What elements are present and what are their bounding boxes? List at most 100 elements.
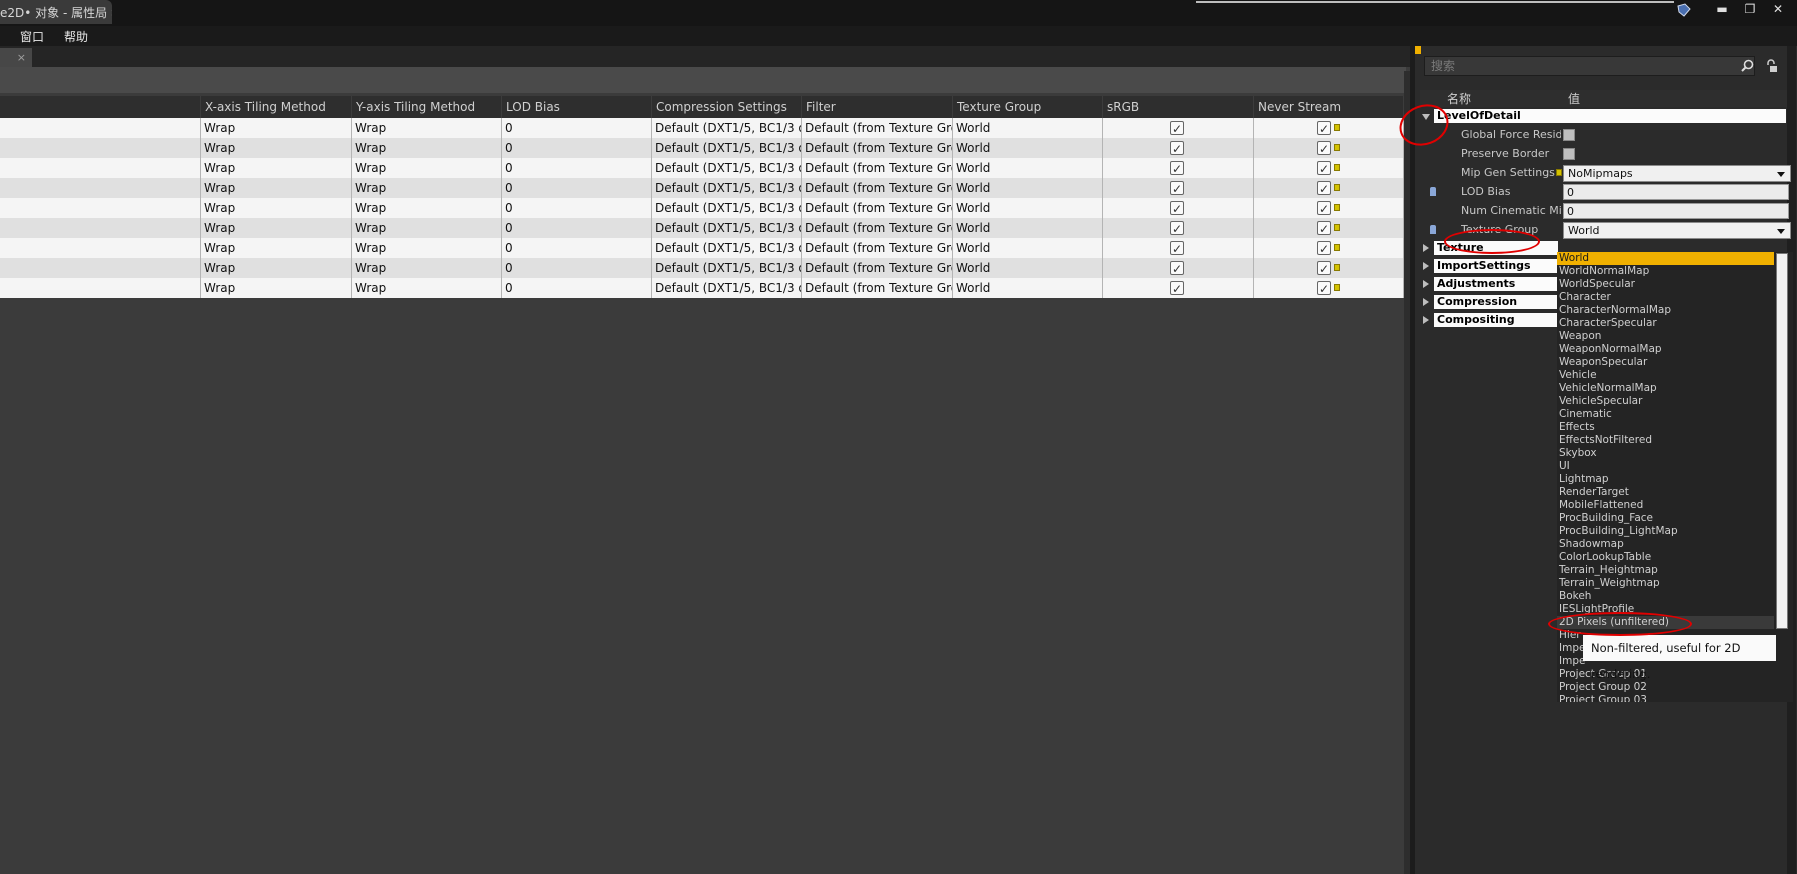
srgb-checkbox[interactable] — [1170, 259, 1184, 278]
cell-x-tiling[interactable]: Wrap — [201, 258, 352, 278]
dropdown-option[interactable]: MobileFlattened — [1557, 499, 1793, 512]
cell-lod-bias[interactable]: 0 — [502, 198, 652, 218]
lock-icon[interactable] — [1766, 59, 1778, 73]
close-icon[interactable]: × — [110, 6, 112, 19]
close-icon[interactable]: × — [17, 51, 26, 64]
never-stream-checkbox[interactable] — [1317, 279, 1331, 298]
cell-x-tiling[interactable]: Wrap — [201, 278, 352, 298]
cell-filter[interactable]: Default (from Texture Grou — [802, 138, 953, 158]
table-row[interactable]: Wrap Wrap 0 Default (DXT1/5, BC1/3 o Default… — [0, 258, 1404, 278]
cell-y-tiling[interactable]: Wrap — [352, 158, 502, 178]
cell-lod-bias[interactable]: 0 — [502, 118, 652, 138]
reset-to-default-icon[interactable] — [1334, 204, 1340, 211]
cell-compression[interactable]: Default (DXT1/5, BC1/3 o — [652, 138, 802, 158]
cell-texture-group[interactable]: World — [953, 158, 1103, 178]
expand-arrow-icon[interactable] — [1423, 316, 1429, 324]
cell-lod-bias[interactable]: 0 — [502, 178, 652, 198]
column-header-filter[interactable]: Filter — [802, 96, 953, 118]
cell-compression[interactable]: Default (DXT1/5, BC1/3 o — [652, 218, 802, 238]
table-row[interactable]: Wrap Wrap 0 Default (DXT1/5, BC1/3 o Default… — [0, 238, 1404, 258]
dropdown-option[interactable]: RenderTarget — [1557, 486, 1793, 499]
dropdown-option[interactable]: World — [1557, 252, 1774, 265]
cell-filter[interactable]: Default (from Texture Grou — [802, 238, 953, 258]
table-row[interactable]: Wrap Wrap 0 Default (DXT1/5, BC1/3 o Default… — [0, 218, 1404, 238]
reset-to-default-icon[interactable] — [1334, 124, 1340, 131]
menu-help[interactable]: 帮助 — [54, 28, 98, 45]
texture-group-dropdown[interactable]: World — [1563, 222, 1791, 239]
reset-to-default-icon[interactable] — [1334, 144, 1340, 151]
cell-compression[interactable]: Default (DXT1/5, BC1/3 o — [652, 158, 802, 178]
cell-x-tiling[interactable]: Wrap — [201, 238, 352, 258]
reset-to-default-icon[interactable] — [1334, 184, 1340, 191]
dropdown-option[interactable]: VehicleNormalMap — [1557, 382, 1793, 395]
srgb-checkbox[interactable] — [1170, 139, 1184, 158]
cell-x-tiling[interactable]: Wrap — [201, 118, 352, 138]
search-input[interactable]: 搜索 — [1424, 56, 1755, 76]
srgb-checkbox[interactable] — [1170, 159, 1184, 178]
cell-filter[interactable]: Default (from Texture Grou — [802, 118, 953, 138]
dropdown-option[interactable]: ColorLookupTable — [1557, 551, 1793, 564]
dropdown-option[interactable]: Bokeh — [1557, 590, 1793, 603]
never-stream-checkbox[interactable] — [1317, 199, 1331, 218]
pin-icon[interactable] — [1430, 187, 1436, 196]
category-level-of-detail[interactable]: LevelOfDetail — [1420, 109, 1787, 125]
search-icon[interactable] — [1741, 59, 1754, 72]
mip-gen-settings-dropdown[interactable]: NoMipmaps — [1563, 165, 1791, 182]
dropdown-option[interactable]: EffectsNotFiltered — [1557, 434, 1793, 447]
global-force-resident-checkbox[interactable] — [1563, 129, 1575, 141]
name-column-header[interactable]: 名称 — [1445, 90, 1562, 107]
cell-y-tiling[interactable]: Wrap — [352, 198, 502, 218]
never-stream-checkbox[interactable] — [1317, 179, 1331, 198]
srgb-checkbox[interactable] — [1170, 119, 1184, 138]
column-header-lod-bias[interactable]: LOD Bias — [502, 96, 652, 118]
dropdown-option[interactable]: WeaponSpecular — [1557, 356, 1793, 369]
dropdown-option[interactable]: CharacterSpecular — [1557, 317, 1793, 330]
cell-x-tiling[interactable]: Wrap — [201, 198, 352, 218]
table-row[interactable]: Wrap Wrap 0 Default (DXT1/5, BC1/3 o Default… — [0, 158, 1404, 178]
reset-to-default-icon[interactable] — [1334, 244, 1340, 251]
dropdown-option[interactable]: ProcBuilding_LightMap — [1557, 525, 1793, 538]
dropdown-option[interactable]: Vehicle — [1557, 369, 1793, 382]
cell-name[interactable] — [0, 118, 201, 138]
dropdown-option[interactable]: Shadowmap — [1557, 538, 1793, 551]
column-header-srgb[interactable]: sRGB — [1103, 96, 1254, 118]
panel-tab[interactable]: × — [0, 48, 32, 67]
column-header-texture-group[interactable]: Texture Group — [953, 96, 1103, 118]
cell-lod-bias[interactable]: 0 — [502, 218, 652, 238]
column-header-name[interactable] — [0, 96, 201, 118]
srgb-checkbox[interactable] — [1170, 199, 1184, 218]
cell-texture-group[interactable]: World — [953, 258, 1103, 278]
cell-texture-group[interactable]: World — [953, 238, 1103, 258]
cell-filter[interactable]: Default (from Texture Grou — [802, 178, 953, 198]
options-scrollbar[interactable] — [1776, 253, 1788, 629]
dropdown-option[interactable]: Character — [1557, 291, 1793, 304]
cell-name[interactable] — [0, 258, 201, 278]
cell-filter[interactable]: Default (from Texture Grou — [802, 218, 953, 238]
pin-icon[interactable] — [1430, 225, 1436, 234]
cell-compression[interactable]: Default (DXT1/5, BC1/3 o — [652, 258, 802, 278]
dropdown-option[interactable]: Effects — [1557, 421, 1793, 434]
dropdown-option[interactable]: UI — [1557, 460, 1793, 473]
cell-filter[interactable]: Default (from Texture Grou — [802, 258, 953, 278]
dropdown-option[interactable]: ProcBuilding_Face — [1557, 512, 1793, 525]
cell-texture-group[interactable]: World — [953, 118, 1103, 138]
cell-lod-bias[interactable]: 0 — [502, 278, 652, 298]
cell-lod-bias[interactable]: 0 — [502, 258, 652, 278]
reset-to-default-icon[interactable] — [1334, 264, 1340, 271]
document-tab[interactable]: e2D• 对象 - 属性局 × — [0, 0, 112, 24]
dropdown-option[interactable]: Skybox — [1557, 447, 1793, 460]
dropdown-option[interactable]: WorldNormalMap — [1557, 265, 1793, 278]
cell-name[interactable] — [0, 198, 201, 218]
restore-button[interactable]: ❐ — [1737, 1, 1763, 17]
cell-filter[interactable]: Default (from Texture Grou — [802, 198, 953, 218]
cell-texture-group[interactable]: World — [953, 218, 1103, 238]
reset-to-default-icon[interactable] — [1334, 284, 1340, 291]
cell-y-tiling[interactable]: Wrap — [352, 238, 502, 258]
cell-name[interactable] — [0, 178, 201, 198]
cell-name[interactable] — [0, 238, 201, 258]
close-window-button[interactable]: ✕ — [1765, 1, 1791, 17]
dropdown-option[interactable]: WeaponNormalMap — [1557, 343, 1793, 356]
srgb-checkbox[interactable] — [1170, 179, 1184, 198]
cell-x-tiling[interactable]: Wrap — [201, 218, 352, 238]
table-row[interactable]: Wrap Wrap 0 Default (DXT1/5, BC1/3 o Default… — [0, 178, 1404, 198]
